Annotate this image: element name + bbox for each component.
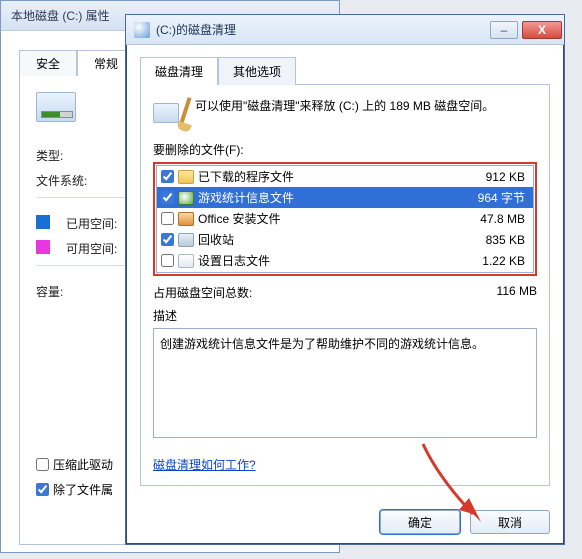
file-type-icon [178, 254, 194, 268]
dialog-button-row: 确定 取消 [126, 500, 564, 544]
file-checkbox[interactable] [161, 191, 174, 204]
file-type-icon [178, 233, 194, 247]
tab-other-options[interactable]: 其他选项 [218, 57, 296, 85]
file-row[interactable]: Office 安装文件 47.8 MB [157, 208, 533, 229]
file-name: 回收站 [198, 231, 445, 248]
file-checkbox[interactable] [161, 254, 174, 267]
tab-security[interactable]: 安全 [19, 50, 77, 76]
annotation-frame: 已下载的程序文件912 KB游戏统计信息文件964 字节Office 安装文件4… [153, 162, 537, 276]
free-swatch-icon [36, 240, 50, 254]
total-label: 占用磁盘空间总数: [153, 284, 457, 301]
file-size: 47.8 MB [449, 212, 529, 226]
cleanup-titlebar[interactable]: (C:)的磁盘清理 – X [126, 15, 564, 45]
files-to-delete-label: 要删除的文件(F): [153, 141, 537, 158]
file-name: 游戏统计信息文件 [198, 189, 445, 206]
close-button[interactable]: X [522, 21, 562, 39]
free-label: 可用空间: [66, 240, 117, 257]
index-checkbox[interactable] [36, 483, 49, 496]
minimize-button[interactable]: – [490, 21, 518, 39]
file-row[interactable]: 回收站 835 KB [157, 229, 533, 250]
file-name: 已下载的程序文件 [198, 168, 445, 185]
properties-title-text: 本地磁盘 (C:) 属性 [11, 9, 110, 23]
file-row[interactable]: 已下载的程序文件 912 KB [157, 166, 533, 187]
compress-checkbox[interactable] [36, 458, 49, 471]
cleanup-pane: 可以使用"磁盘清理"来释放 (C:) 上的 189 MB 磁盘空间。 要删除的文… [140, 84, 550, 486]
compress-label: 压缩此驱动 [53, 456, 113, 473]
help-link[interactable]: 磁盘清理如何工作? [153, 456, 256, 473]
used-label: 已用空间: [66, 215, 117, 232]
used-swatch-icon [36, 215, 50, 229]
disk-cleanup-icon [153, 97, 185, 129]
cancel-button[interactable]: 取消 [470, 510, 550, 534]
file-row[interactable]: 游戏统计信息文件964 字节 [157, 187, 533, 208]
cleanup-title-text: (C:)的磁盘清理 [156, 21, 488, 38]
file-size: 835 KB [449, 233, 529, 247]
cleanup-message: 可以使用"磁盘清理"来释放 (C:) 上的 189 MB 磁盘空间。 [195, 97, 494, 129]
total-value: 116 MB [457, 284, 537, 301]
file-size: 964 字节 [449, 189, 529, 206]
description-text: 创建游戏统计信息文件是为了帮助维护不同的游戏统计信息。 [160, 337, 484, 351]
tab-disk-cleanup[interactable]: 磁盘清理 [140, 57, 218, 85]
file-size: 1.22 KB [449, 254, 529, 268]
file-checkbox[interactable] [161, 212, 174, 225]
ok-button[interactable]: 确定 [380, 510, 460, 534]
file-type-icon [178, 191, 194, 205]
description-box: 创建游戏统计信息文件是为了帮助维护不同的游戏统计信息。 [153, 328, 537, 438]
file-size: 912 KB [449, 170, 529, 184]
file-type-icon [178, 212, 194, 226]
disk-cleanup-window: (C:)的磁盘清理 – X 磁盘清理 其他选项 可以使用"磁盘清理"来释放 (C… [125, 14, 565, 545]
fs-label: 文件系统: [36, 172, 106, 189]
file-name: 设置日志文件 [198, 252, 445, 269]
file-name: Office 安装文件 [198, 210, 445, 227]
description-label: 描述 [153, 307, 537, 324]
capacity-label: 容量: [36, 283, 106, 300]
file-row[interactable]: 设置日志文件 1.22 KB [157, 250, 533, 271]
file-list[interactable]: 已下载的程序文件912 KB游戏统计信息文件964 字节Office 安装文件4… [156, 165, 534, 273]
file-type-icon [178, 170, 194, 184]
file-checkbox[interactable] [161, 170, 174, 183]
drive-icon [36, 92, 76, 122]
type-label: 类型: [36, 147, 106, 164]
cleanup-title-icon [134, 22, 150, 38]
index-label: 除了文件属 [53, 481, 113, 498]
cleanup-tabs: 磁盘清理 其他选项 [140, 57, 550, 85]
file-checkbox[interactable] [161, 233, 174, 246]
